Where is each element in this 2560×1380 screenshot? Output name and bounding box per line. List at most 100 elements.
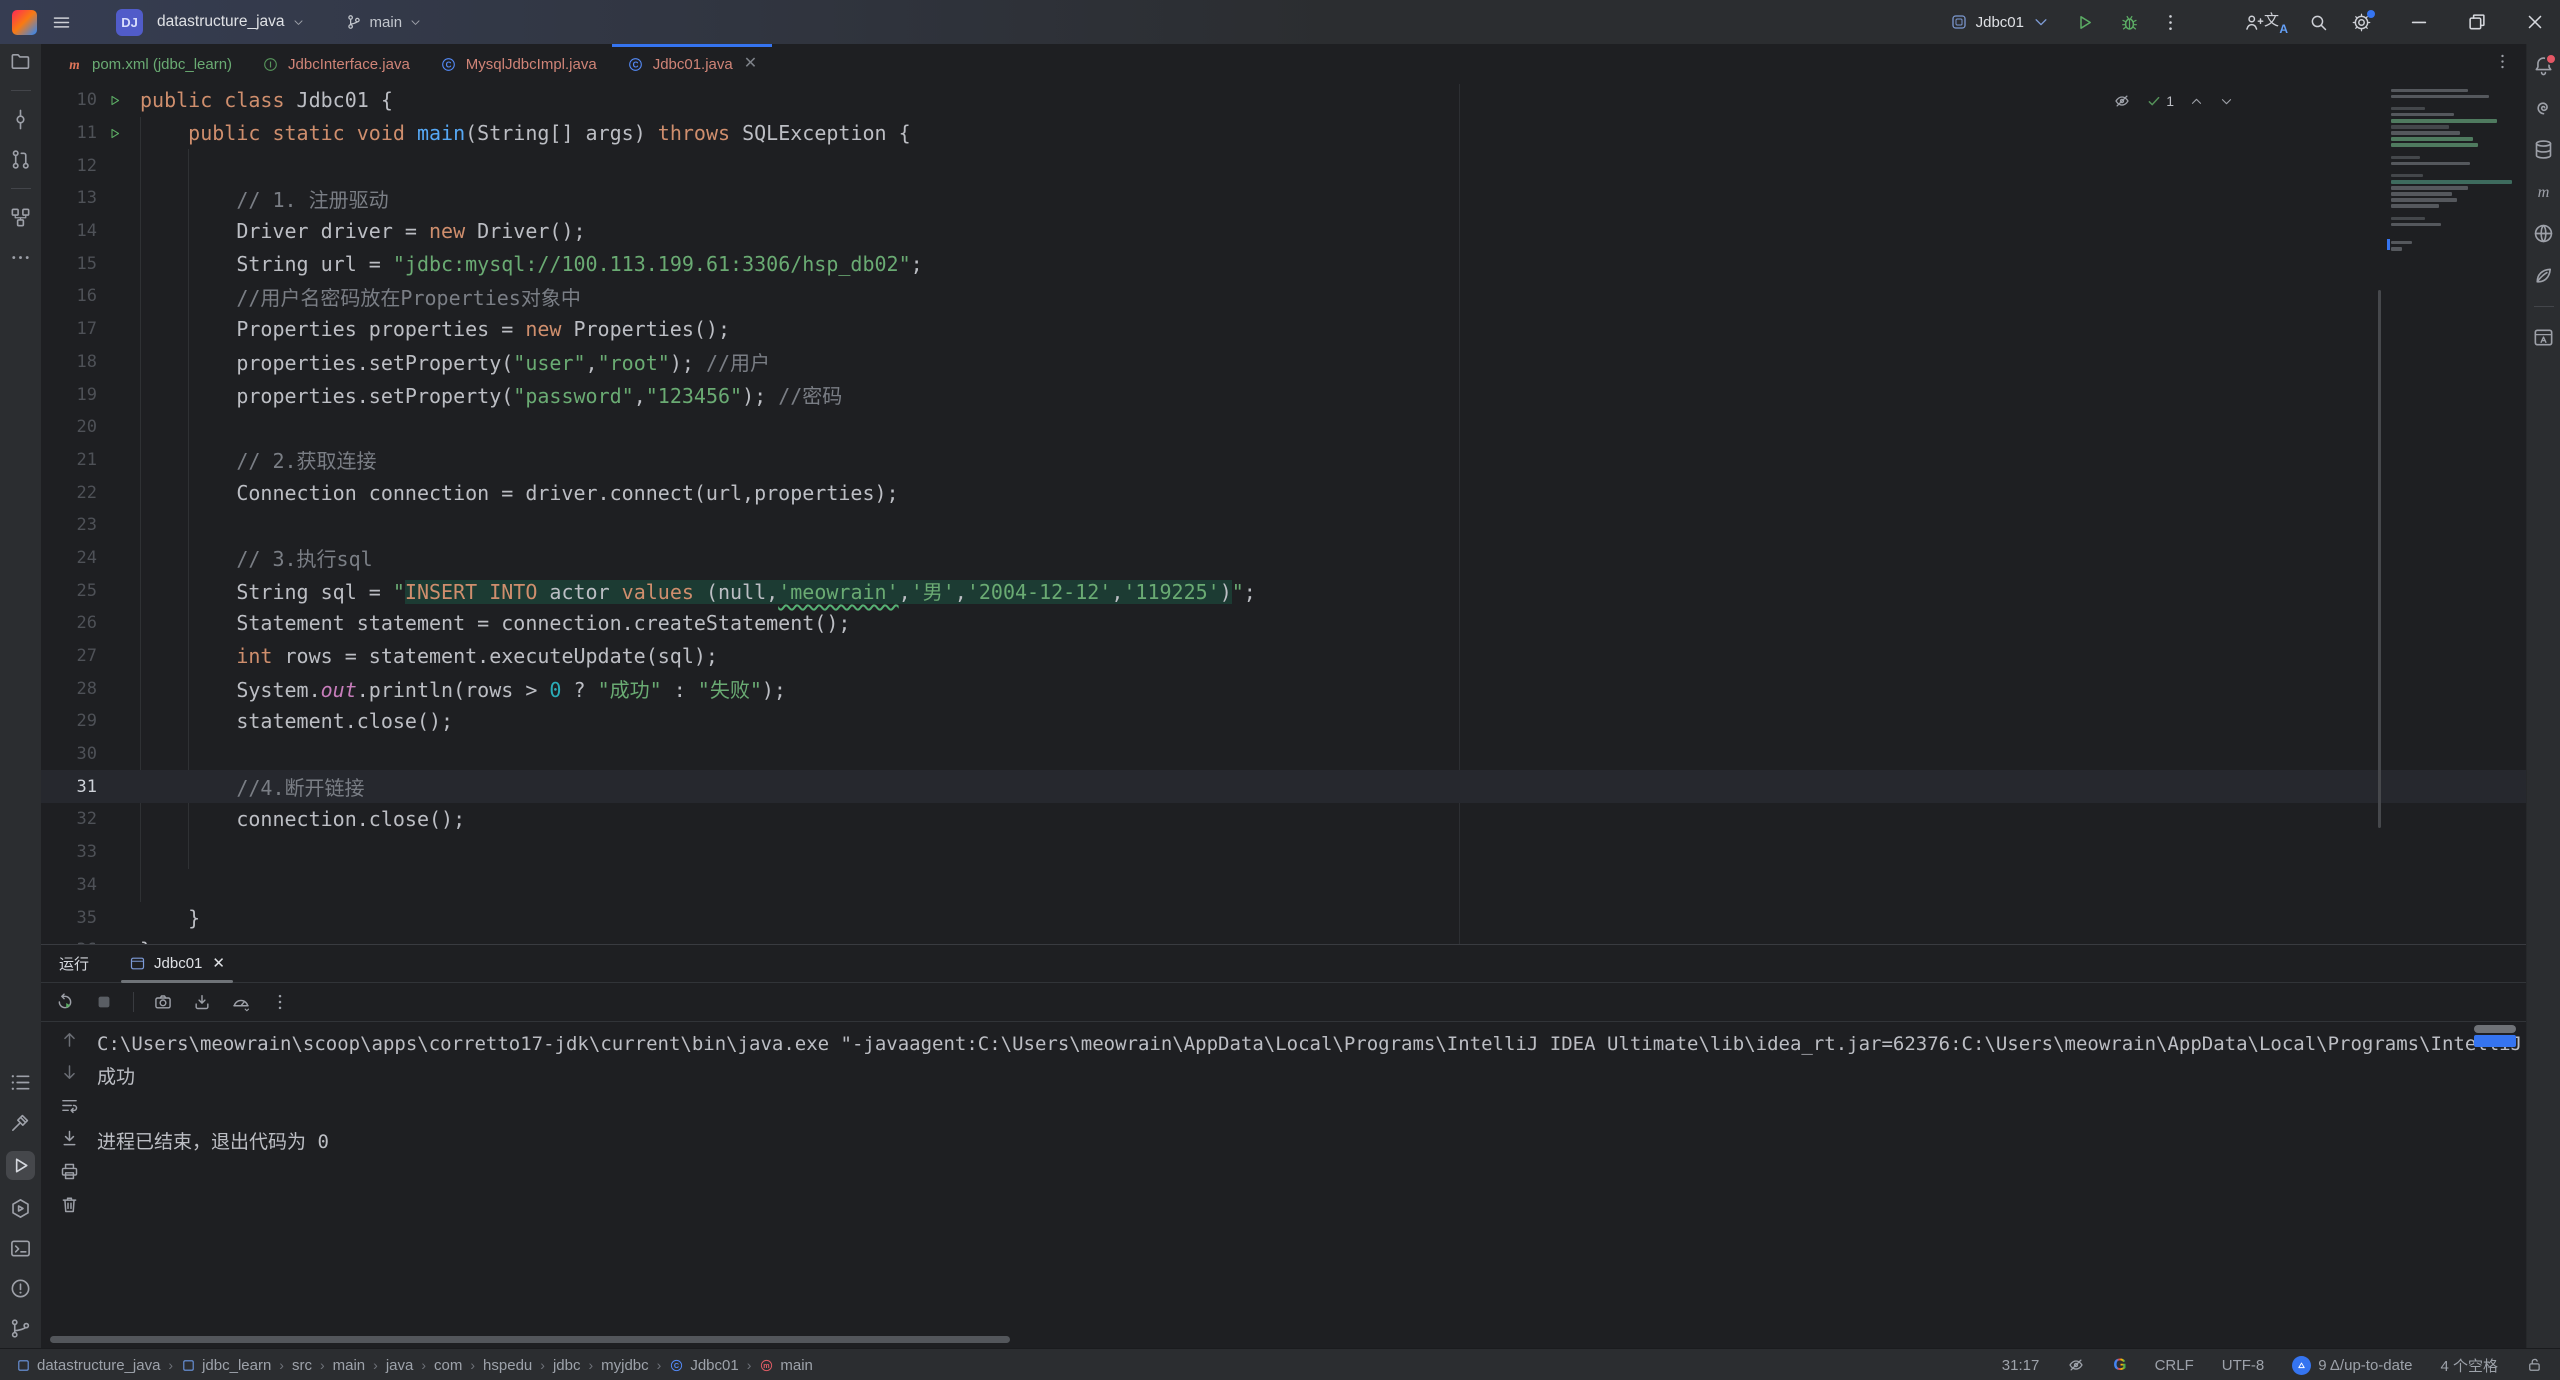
code-line[interactable]: 16 //用户名密码放在Properties对象中: [41, 280, 2526, 313]
code-line[interactable]: 15 String url = "jdbc:mysql://100.113.19…: [41, 247, 2526, 280]
clear-console-icon[interactable]: [59, 1194, 80, 1215]
debug-button[interactable]: [2119, 12, 2140, 33]
line-ending-selector[interactable]: CRLF: [2155, 1357, 2194, 1374]
code-line[interactable]: 29 statement.close();: [41, 705, 2526, 738]
code-line[interactable]: 33: [41, 836, 2526, 869]
lock-open-icon[interactable]: [2526, 1356, 2544, 1374]
project-selector[interactable]: datastructure_java: [157, 13, 305, 31]
code-line[interactable]: 12: [41, 149, 2526, 182]
breadcrumb-item-jdbc01[interactable]: CJdbc01: [669, 1357, 738, 1374]
code-line[interactable]: 23: [41, 509, 2526, 542]
prev-problem-icon[interactable]: [2189, 94, 2204, 109]
translate-globe-icon[interactable]: [2532, 222, 2555, 245]
ai-assistant-icon[interactable]: [2532, 96, 2555, 119]
settings-gear-icon[interactable]: [2351, 12, 2372, 33]
console-more-icon[interactable]: [270, 992, 290, 1012]
run-button[interactable]: [2074, 12, 2095, 33]
breadcrumb-item-java[interactable]: java: [386, 1357, 414, 1374]
pull-requests-icon[interactable]: [9, 148, 32, 171]
arrow-down-icon[interactable]: [59, 1062, 80, 1083]
search-everywhere-icon[interactable]: [2308, 12, 2329, 33]
rerun-button[interactable]: [55, 992, 75, 1012]
database-icon[interactable]: [2532, 138, 2555, 161]
breadcrumb-item-jdbc[interactable]: jdbc: [553, 1357, 581, 1374]
main-menu-icon[interactable]: [51, 12, 72, 33]
breadcrumb-item-myjdbc[interactable]: myjdbc: [601, 1357, 649, 1374]
code-line[interactable]: 22 Connection connection = driver.connec…: [41, 476, 2526, 509]
dictionary-icon[interactable]: [2532, 326, 2555, 349]
code-line[interactable]: 35 }: [41, 901, 2526, 934]
code-line[interactable]: 34: [41, 869, 2526, 902]
highlight-disabled-icon[interactable]: [2067, 1356, 2085, 1374]
tab-pom-xml-jdbc-learn-[interactable]: mpom.xml (jdbc_learn): [51, 44, 247, 84]
code-line[interactable]: 25 String sql = "INSERT INTO actor value…: [41, 574, 2526, 607]
screenshot-icon[interactable]: [153, 992, 173, 1012]
code-line[interactable]: 24 // 3.执行sql: [41, 542, 2526, 575]
vcs-status-widget[interactable]: 9 Δ/up-to-date: [2292, 1356, 2412, 1375]
translate-icon[interactable]: 文A: [2264, 11, 2286, 33]
run-line-icon[interactable]: [107, 126, 122, 141]
window-minimize-button[interactable]: [2408, 11, 2430, 33]
notifications-icon[interactable]: [2532, 54, 2555, 77]
code-editor[interactable]: 10public class Jdbc01 {11 public static …: [41, 84, 2526, 944]
branch-selector[interactable]: main: [345, 13, 423, 31]
breadcrumb-item-com[interactable]: com: [434, 1357, 462, 1374]
run-configuration-selector[interactable]: Jdbc01: [1950, 13, 2050, 31]
leaf-plugin-icon[interactable]: [2532, 264, 2555, 287]
code-line[interactable]: 36}: [41, 934, 2526, 944]
code-line[interactable]: 20: [41, 411, 2526, 444]
editor-scrollbar[interactable]: [2378, 290, 2381, 828]
tab-options-icon[interactable]: [2493, 52, 2512, 71]
close-icon[interactable]: ✕: [212, 956, 225, 971]
profiler-gauge-icon[interactable]: [231, 992, 251, 1012]
tab-jdbc01-java[interactable]: CJdbc01.java✕: [612, 44, 772, 84]
scroll-to-end-icon[interactable]: [59, 1128, 80, 1149]
console-v-scrollbar[interactable]: [2474, 1025, 2516, 1033]
code-line[interactable]: 21 // 2.获取连接: [41, 444, 2526, 477]
code-line[interactable]: 18 properties.setProperty("user","root")…: [41, 346, 2526, 379]
code-line[interactable]: 31 //4.断开链接: [41, 770, 2526, 803]
more-tool-windows-icon[interactable]: [9, 246, 32, 269]
terminal-icon[interactable]: [9, 1237, 32, 1260]
next-problem-icon[interactable]: [2219, 94, 2234, 109]
caret-position[interactable]: 31:17: [2002, 1357, 2040, 1374]
close-icon[interactable]: ✕: [744, 56, 757, 72]
code-line[interactable]: 13 // 1. 注册驱动: [41, 182, 2526, 215]
project-avatar[interactable]: DJ: [116, 9, 143, 36]
soft-wrap-icon[interactable]: [59, 1095, 80, 1116]
structure-icon[interactable]: [9, 206, 32, 229]
code-line[interactable]: 28 System.out.println(rows > 0 ? "成功" : …: [41, 672, 2526, 705]
thread-dump-icon[interactable]: [192, 992, 212, 1012]
code-line[interactable]: 30: [41, 738, 2526, 771]
window-restore-button[interactable]: [2466, 11, 2488, 33]
run-line-icon[interactable]: [107, 93, 122, 108]
encoding-selector[interactable]: UTF-8: [2222, 1357, 2265, 1374]
stop-button[interactable]: [94, 992, 114, 1012]
more-actions-icon[interactable]: [2160, 12, 2181, 33]
code-line[interactable]: 26 Statement statement = connection.crea…: [41, 607, 2526, 640]
run-tool-window-icon[interactable]: [6, 1151, 35, 1180]
breadcrumb-item-src[interactable]: src: [292, 1357, 312, 1374]
todo-icon[interactable]: [9, 1071, 32, 1094]
console-output[interactable]: C:\Users\meowrain\scoop\apps\corretto17-…: [41, 1022, 2526, 1348]
tab-mysqljdbcimpl-java[interactable]: CMysqlJdbcImpl.java: [425, 44, 612, 84]
console-h-scrollbar[interactable]: [50, 1336, 1010, 1343]
tab-jdbcinterface-java[interactable]: IJdbcInterface.java: [247, 44, 425, 84]
version-control-icon[interactable]: [9, 1317, 32, 1340]
code-line[interactable]: 32 connection.close();: [41, 803, 2526, 836]
run-console-tab[interactable]: Jdbc01 ✕: [119, 945, 235, 982]
code-line[interactable]: 27 int rows = statement.executeUpdate(sq…: [41, 640, 2526, 673]
breadcrumb-item-main[interactable]: mmain: [759, 1357, 813, 1374]
services-icon[interactable]: [9, 1197, 32, 1220]
maven-icon[interactable]: m: [2532, 180, 2555, 203]
commit-icon[interactable]: [9, 108, 32, 131]
project-folder-icon[interactable]: [9, 50, 32, 73]
indent-config[interactable]: 4 个空格: [2440, 1355, 2498, 1376]
window-close-button[interactable]: [2524, 11, 2546, 33]
highlighting-eye-icon[interactable]: [2113, 92, 2131, 110]
code-line[interactable]: 19 properties.setProperty("password","12…: [41, 378, 2526, 411]
code-minimap[interactable]: [2387, 86, 2519, 264]
breadcrumb-item-jdbc_learn[interactable]: jdbc_learn: [181, 1357, 271, 1374]
inspection-status[interactable]: 1: [2146, 93, 2174, 109]
problems-icon[interactable]: [9, 1277, 32, 1300]
